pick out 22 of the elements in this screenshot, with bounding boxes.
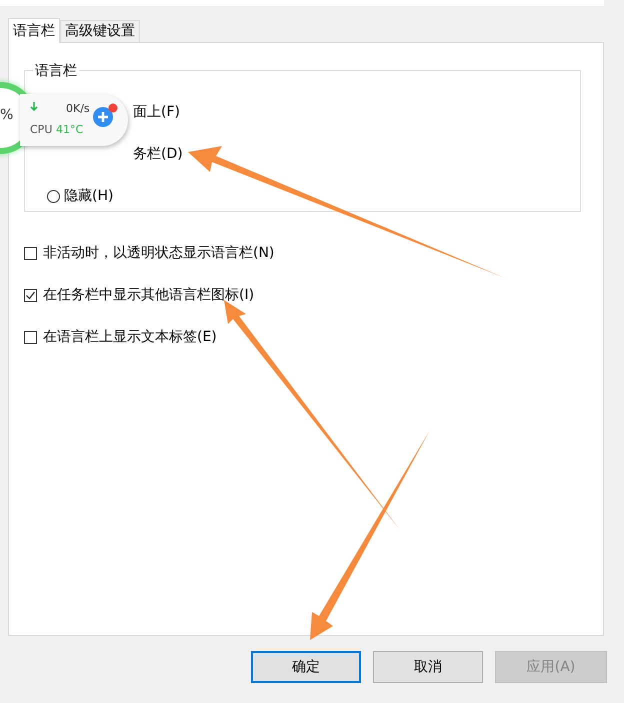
speed-text: 0K/s: [66, 102, 90, 115]
radio-label: 面上(F): [133, 103, 180, 121]
checkbox[interactable]: [24, 330, 37, 344]
checkbox-label: 在任务栏中显示其他语言栏图标(I): [43, 286, 254, 304]
checkbox-label: 非活动时，以透明状态显示语言栏(N): [43, 244, 274, 262]
tab[interactable]: 语言栏: [8, 18, 60, 43]
dialog-button[interactable]: 取消: [373, 651, 483, 683]
tab[interactable]: 高级键设置: [60, 20, 140, 42]
plus-icon[interactable]: [92, 103, 119, 128]
cpu-temperature: 41°C: [56, 123, 84, 136]
radio-label: 隐藏(H): [64, 187, 114, 205]
down-arrow-icon: [30, 102, 38, 112]
percent-sign: %: [0, 107, 14, 123]
checkbox[interactable]: [24, 288, 37, 302]
group-title: 语言栏: [33, 62, 79, 80]
radio-label: 务栏(D): [133, 145, 183, 163]
cpu-label: CPU: [30, 123, 52, 136]
checkbox[interactable]: [24, 246, 37, 260]
monitor-card[interactable]: 0K/s CPU 41°C: [20, 94, 128, 146]
checkbox-label: 在语言栏上显示文本标签(E): [43, 328, 217, 346]
radio-button[interactable]: [47, 190, 60, 202]
dialog-button[interactable]: 确定: [251, 651, 361, 683]
